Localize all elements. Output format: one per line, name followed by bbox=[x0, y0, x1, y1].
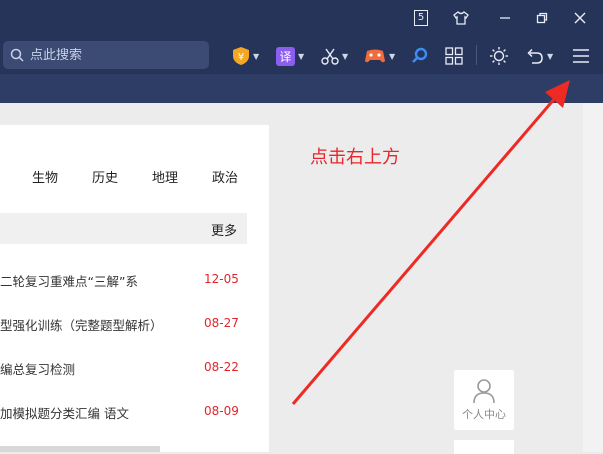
annotation-arrow bbox=[291, 80, 570, 405]
